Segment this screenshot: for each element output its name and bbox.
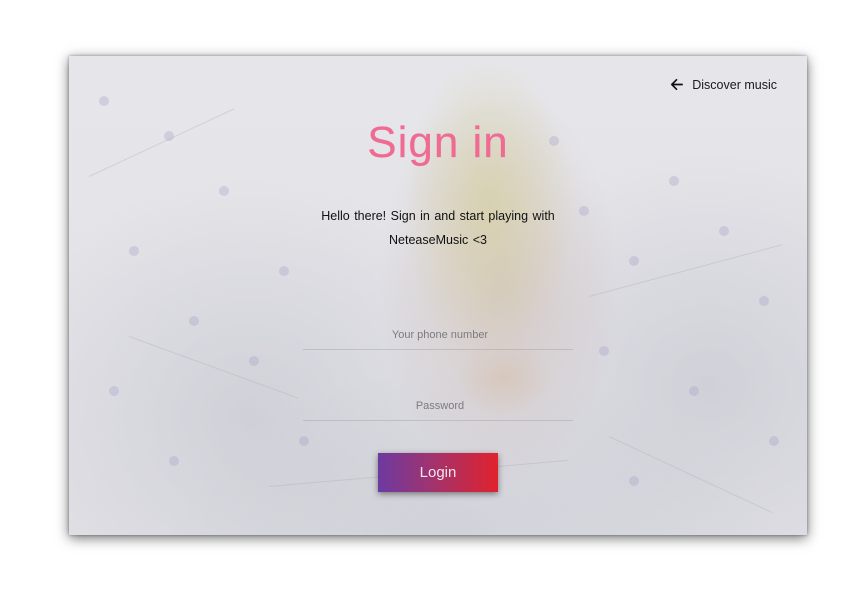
phone-input[interactable]	[303, 319, 577, 351]
app-window: Discover music Sign in Hello there! Sign…	[69, 56, 807, 535]
password-field	[303, 390, 577, 422]
discover-music-link[interactable]: Discover music	[669, 77, 777, 92]
page-title: Sign in	[367, 118, 509, 167]
welcome-message-line-2: NeteaseMusic <3	[389, 233, 487, 247]
phone-field	[303, 319, 577, 351]
password-input[interactable]	[303, 390, 577, 422]
arrow-left-icon	[671, 78, 684, 91]
login-button[interactable]: Login	[378, 453, 498, 492]
welcome-message: Hello there! Sign in and start playing w…	[69, 204, 807, 252]
discover-music-label: Discover music	[692, 77, 777, 92]
welcome-message-line-1: Hello there! Sign in and start playing w…	[321, 209, 555, 223]
